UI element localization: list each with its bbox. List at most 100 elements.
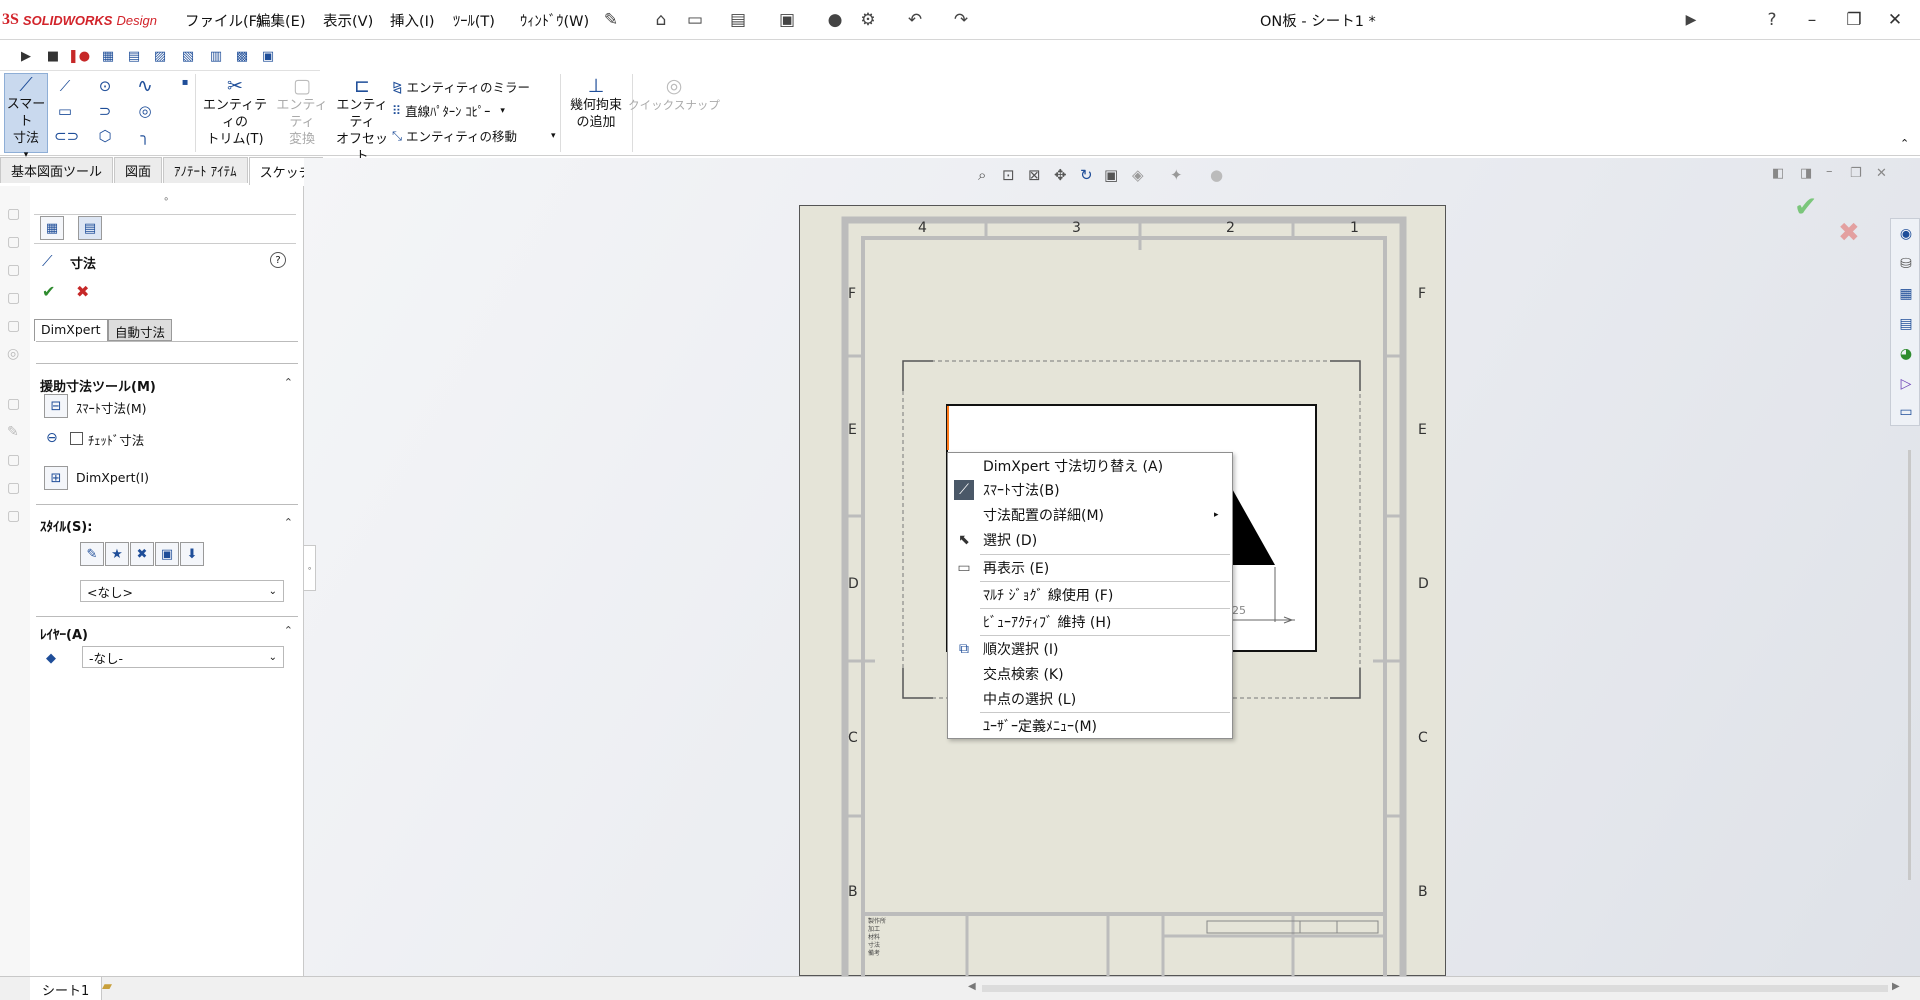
appearances-icon[interactable]: ◕ <box>1895 343 1917 365</box>
menu-window[interactable]: ｳｨﾝﾄﾞｳ(W) <box>520 10 589 31</box>
tab-dimxpert[interactable]: DimXpert <box>34 319 108 341</box>
menu-edit[interactable]: 編集(E) <box>256 10 305 31</box>
load-style-icon[interactable]: ⬇ <box>180 542 204 566</box>
move-entities-button[interactable]: ⤡ エンティティの移動 ▾ <box>392 126 556 145</box>
custom-properties-icon[interactable]: ▷ <box>1895 373 1917 395</box>
convert-entities-button[interactable]: ▢ エンティティ 変換 <box>272 75 332 148</box>
section-style[interactable]: ｽﾀｲﾙ(S): <box>40 516 92 535</box>
pan-icon[interactable]: ✥ <box>1054 166 1067 184</box>
circle-icon[interactable]: ⊙ <box>94 77 116 95</box>
resources-globe-icon[interactable]: ◉ <box>1895 223 1917 245</box>
tree-item-icon[interactable]: ▢ <box>7 452 20 468</box>
macro-manager-icon[interactable]: ▣ <box>258 46 278 66</box>
tab-drawing-basic[interactable]: 基本図面ツール <box>0 157 114 183</box>
confirm-corner-cancel-icon[interactable]: ✖ <box>1838 218 1860 248</box>
viewport-minimize-icon[interactable]: – <box>1826 164 1833 179</box>
section-layer[interactable]: ﾚｲﾔｰ(A) <box>40 624 88 643</box>
menu-item-select[interactable]: ⬉ 選択 (D) <box>948 528 1232 552</box>
dimxpert-option[interactable]: DimXpert(I) <box>76 470 149 485</box>
new-document-icon[interactable]: ▭ <box>684 9 706 31</box>
delete-style-icon[interactable]: ✖ <box>130 542 154 566</box>
dimension-value[interactable]: 25 <box>1232 604 1246 617</box>
layer-select[interactable]: -なし- ⌄ <box>82 646 284 668</box>
view-palette-icon[interactable]: ▤ <box>1895 313 1917 335</box>
smart-dimension-button[interactable]: ⟋ スマート 寸法 ▾ <box>4 73 48 160</box>
tree-item-icon[interactable]: ▢ <box>7 508 20 524</box>
menu-item-dimension-placement[interactable]: 寸法配置の詳細(M) ▸ <box>948 503 1232 527</box>
menu-insert[interactable]: 挿入(I) <box>390 10 435 31</box>
restore-icon[interactable]: ❐ <box>1834 6 1874 34</box>
menu-item-redraw[interactable]: ▭ 再表示 (E) <box>948 556 1232 580</box>
scroll-right-icon[interactable]: ▶ <box>1892 981 1900 992</box>
tab-drawing[interactable]: 図面 <box>114 157 163 183</box>
menu-item-smart-dimension[interactable]: ⟋ ｽﾏｰﾄ寸法(B) <box>948 478 1232 502</box>
menu-tools[interactable]: ﾂｰﾙ(T) <box>453 10 495 31</box>
zoom-to-fit-icon[interactable]: ⌕ <box>978 166 986 184</box>
macro-tool-icon[interactable]: ▨ <box>150 46 170 66</box>
command-prompt-icon[interactable]: ▶ <box>1680 9 1702 31</box>
tree-item-icon[interactable]: ▢ <box>7 290 20 306</box>
tab-annotation[interactable]: ｱﾉﾃｰﾄ ｱｲﾃﾑ <box>163 157 248 183</box>
tree-item-icon[interactable]: ▢ <box>7 396 20 412</box>
collapse-caret-icon[interactable]: ⌃ <box>284 624 293 637</box>
section-dimension-tools[interactable]: 援助寸法ツール(M) <box>40 376 156 395</box>
hide-show-icon[interactable]: ◈ <box>1132 166 1144 184</box>
menu-view[interactable]: 表示(V) <box>323 10 373 31</box>
spline-icon[interactable]: ∿ <box>134 75 156 97</box>
save-icon[interactable]: ▣ <box>776 9 798 31</box>
help-icon[interactable]: ? <box>1761 9 1783 31</box>
viewport-restore-icon[interactable]: ❐ <box>1850 166 1862 181</box>
design-library-icon[interactable]: ⛁ <box>1895 253 1917 275</box>
rectangle-icon[interactable]: ▭ <box>54 102 76 120</box>
tab-auto-dimension[interactable]: 自動寸法 <box>108 319 173 341</box>
menu-item-customize-menu[interactable]: ﾕｰｻﾞｰ定義ﾒﾆｭｰ(M) <box>948 714 1232 738</box>
linear-pattern-button[interactable]: ⠿ 直線ﾊﾟﾀｰﾝ ｺﾋﾟｰ ▾ <box>392 101 505 120</box>
menu-item-find-intersection[interactable]: 交点検索 (K) <box>948 662 1232 686</box>
dimxpert-icon[interactable]: ⊞ <box>44 466 68 490</box>
style-select[interactable]: <なし> ⌄ <box>80 580 284 602</box>
options-gear-icon[interactable]: ⚙ <box>857 9 879 31</box>
menu-item-multi-jog[interactable]: ﾏﾙﾁ ｼﾞｮｸﾞ 線使用 (F) <box>948 583 1232 607</box>
chained-dimension-checkbox[interactable] <box>70 432 83 445</box>
redo-icon[interactable]: ↷ <box>950 9 972 31</box>
confirm-corner-check-icon[interactable]: ✔ <box>1794 190 1817 223</box>
smart-dimension-option[interactable]: ｽﾏｰﾄ寸法(M) <box>76 398 147 417</box>
add-relation-button[interactable]: ⊥ 幾何拘束 の追加 <box>564 75 628 131</box>
offset-entities-button[interactable]: ⊏ エンティティ オフセット <box>332 75 392 165</box>
display-style-icon[interactable]: ▣ <box>1104 166 1118 184</box>
view-settings-icon[interactable]: ✦ <box>1170 166 1183 184</box>
trim-entities-button[interactable]: ✂ エンティティの トリム(T) <box>202 75 268 148</box>
ok-check-icon[interactable]: ✔ <box>42 282 55 301</box>
stop-macro-icon[interactable]: ■ <box>43 46 63 66</box>
ellipse-icon[interactable]: ◎ <box>134 102 156 120</box>
vertical-scrollbar[interactable] <box>1908 450 1911 880</box>
forum-icon[interactable]: ▭ <box>1895 401 1917 423</box>
solidworks-logo[interactable]: 3S SOLIDWORKS Design <box>2 9 157 31</box>
line-icon[interactable]: ⟋ <box>54 77 76 95</box>
point-icon[interactable]: ▪ <box>174 77 196 88</box>
menu-item-dimxpert-toggle[interactable]: DimXpert 寸法切り替え (A) <box>948 454 1232 478</box>
save-style-icon[interactable]: ▣ <box>155 542 179 566</box>
tree-item-icon[interactable]: ▢ <box>7 262 20 278</box>
help-icon[interactable]: ? <box>270 252 286 268</box>
panel-collapse-handle[interactable]: ∘ <box>304 545 316 591</box>
home-icon[interactable]: ⌂ <box>650 9 672 31</box>
undo-icon[interactable]: ↶ <box>904 9 926 31</box>
add-sheet-icon[interactable]: ▰ <box>102 979 112 994</box>
macro-task-icon[interactable]: ▥ <box>206 46 226 66</box>
new-macro-icon[interactable]: ▦ <box>98 46 118 66</box>
macro-options-icon[interactable]: ▩ <box>232 46 252 66</box>
polygon-icon[interactable]: ⬡ <box>94 127 116 145</box>
pin-icon[interactable]: ✎ <box>600 9 622 31</box>
tree-item-icon[interactable]: ◎ <box>7 346 19 362</box>
fillet-icon[interactable]: ╮ <box>134 127 156 145</box>
add-style-icon[interactable]: ★ <box>105 542 129 566</box>
edit-macro-icon[interactable]: ▤ <box>124 46 144 66</box>
feature-tree-tab-icon[interactable]: ▤ <box>78 216 102 240</box>
collapse-caret-icon[interactable]: ⌃ <box>284 376 293 389</box>
collapse-ribbon-icon[interactable]: ⌃ <box>1900 137 1909 150</box>
run-macro-icon[interactable]: ▶ <box>16 46 36 66</box>
tree-item-icon[interactable]: ▢ <box>7 234 20 250</box>
menu-item-keep-view-active[interactable]: ﾋﾞｭｰｱｸﾃｨﾌﾞ 維持 (H) <box>948 610 1232 634</box>
viewport-close-icon[interactable]: ✕ <box>1876 166 1887 181</box>
